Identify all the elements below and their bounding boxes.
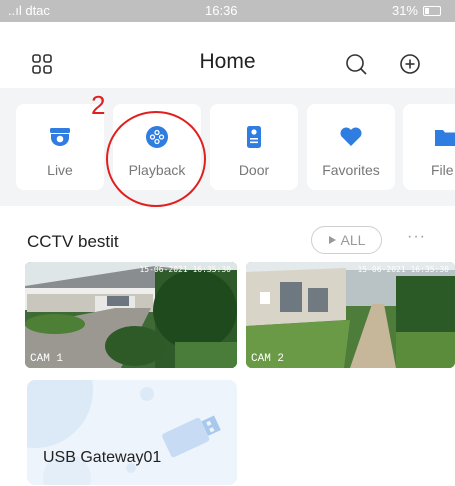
annotation-circle — [106, 111, 206, 207]
annotation-number: 2 — [91, 90, 106, 120]
camera-label: CAM 2 — [251, 353, 285, 365]
category-favorites[interactable]: Favorites — [307, 104, 395, 190]
add-device-icon[interactable] — [398, 52, 422, 76]
category-file[interactable]: File — [403, 104, 455, 190]
battery-icon — [423, 5, 441, 16]
play-icon — [328, 236, 336, 244]
page-title: Home — [199, 50, 256, 73]
camera-label: CAM 1 — [30, 353, 64, 365]
category-door[interactable]: Door — [210, 104, 298, 190]
heart-icon — [340, 127, 362, 146]
category-strip: Live Playback Door Favorites File — [0, 88, 455, 206]
camera-timestamp: 15-06-2021 16:35:30 — [357, 265, 449, 274]
camera-thumbnail-1[interactable]: 15-06-2021 16:35:30 CAM 1 — [25, 262, 237, 368]
category-label: Live — [47, 162, 73, 178]
clock: 16:36 — [205, 3, 238, 18]
carrier-label: ..ıl dtac — [8, 3, 50, 18]
app-header: Home — [0, 22, 455, 98]
section-title: CCTV bestit — [27, 232, 119, 251]
search-icon[interactable] — [344, 52, 368, 76]
camera-timestamp: 15-06-2021 16:35:30 — [139, 265, 231, 274]
folder-icon — [435, 130, 455, 146]
gateway-label: USB Gateway01 — [43, 449, 162, 466]
play-all-button[interactable]: ALL — [311, 226, 382, 254]
category-label: Door — [238, 162, 270, 178]
camera-thumbnail-2[interactable]: 15-06-2021 16:35:30 CAM 2 — [246, 262, 455, 368]
battery-percent: 31% — [391, 3, 418, 18]
battery-indicator: 31% — [392, 3, 441, 18]
status-bar: ..ıl dtac 16:36 31% — [0, 0, 455, 22]
usb-gateway-card[interactable]: USB Gateway01 — [27, 380, 237, 485]
category-label: File — [431, 162, 454, 178]
play-all-label: ALL — [340, 232, 366, 248]
category-label: Favorites — [322, 162, 380, 178]
usb-gateway-illustration — [27, 380, 221, 485]
door-station-icon — [247, 126, 261, 148]
more-options-icon[interactable]: ··· — [407, 228, 426, 246]
camera-icon — [50, 128, 70, 146]
